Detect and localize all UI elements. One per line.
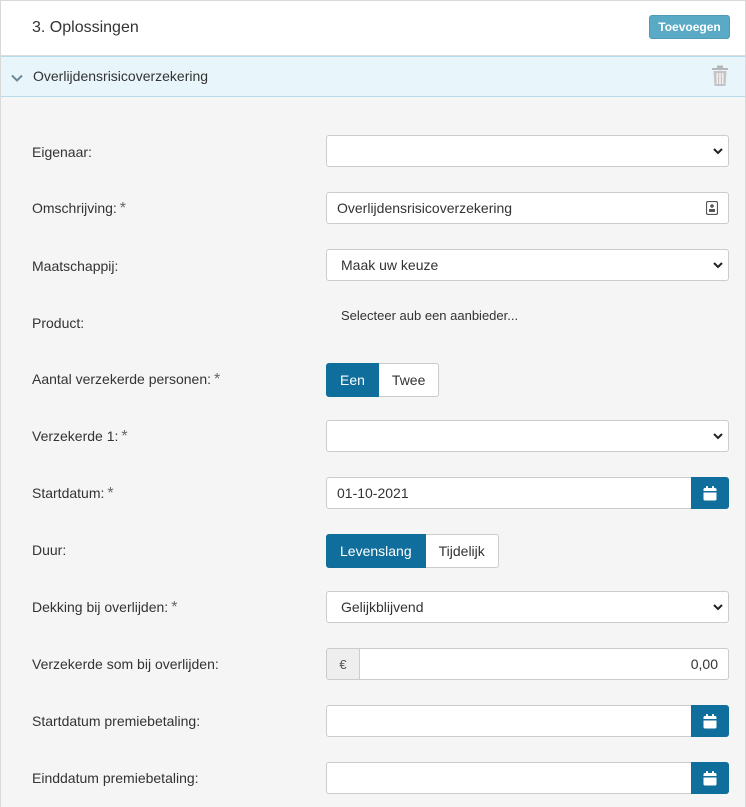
omschrijving-input[interactable]: Overlijdensrisicoverzekering	[326, 192, 729, 224]
start-premie-input[interactable]	[326, 705, 692, 737]
panel-header: 3. Oplossingen Toevoegen	[1, 1, 745, 56]
section-title: Overlijdensrisicoverzekering	[33, 68, 209, 84]
calendar-icon	[703, 770, 717, 785]
eigenaar-label: Eigenaar:	[32, 144, 92, 160]
toggle-levenslang[interactable]: Levenslang	[326, 534, 426, 568]
add-button[interactable]: Toevoegen	[649, 15, 730, 39]
caret-down-icon	[713, 262, 723, 269]
startdatum-label: Startdatum: *	[32, 485, 114, 502]
som-label: Verzekerde som bij overlijden:	[32, 656, 219, 672]
aantal-toggle: Een Twee	[326, 363, 440, 397]
maatschappij-label: Maatschappij:	[32, 258, 119, 274]
eind-premie-label: Einddatum premiebetaling:	[32, 770, 199, 786]
som-input[interactable]: 0,00	[359, 648, 729, 680]
product-value: Selecteer aub een aanbieder...	[341, 308, 519, 323]
eind-premie-calendar-button[interactable]	[691, 762, 729, 794]
eigenaar-select[interactable]	[326, 135, 729, 167]
verzekerde1-label: Verzekerde 1: *	[32, 428, 128, 445]
trash-icon[interactable]	[710, 65, 730, 87]
duur-label: Duur:	[32, 542, 67, 558]
caret-down-icon	[713, 604, 723, 611]
startdatum-input[interactable]: 01-10-2021	[326, 477, 692, 509]
caret-down-icon	[713, 148, 723, 155]
contact-card-icon	[706, 201, 718, 215]
chevron-down-icon[interactable]	[10, 71, 24, 85]
section-header[interactable]: Overlijdensrisicoverzekering	[1, 56, 745, 97]
toggle-tijdelijk[interactable]: Tijdelijk	[425, 534, 499, 568]
start-premie-calendar-button[interactable]	[691, 705, 729, 737]
aantal-label: Aantal verzekerde personen: *	[32, 371, 221, 388]
omschrijving-label: Omschrijving: *	[32, 200, 127, 217]
dekking-select[interactable]: Gelijkblijvend	[326, 591, 729, 623]
toggle-twee[interactable]: Twee	[378, 363, 440, 397]
startdatum-calendar-button[interactable]	[691, 477, 729, 509]
duur-toggle: Levenslang Tijdelijk	[326, 534, 499, 568]
dekking-label: Dekking bij overlijden: *	[32, 599, 178, 616]
caret-down-icon	[713, 433, 723, 440]
currency-addon: €	[326, 648, 360, 680]
toggle-een[interactable]: Een	[326, 363, 379, 397]
maatschappij-select[interactable]: Maak uw keuze	[326, 249, 729, 281]
product-label: Product:	[32, 315, 85, 331]
page-title: 3. Oplossingen	[32, 19, 139, 36]
eind-premie-input[interactable]	[326, 762, 692, 794]
calendar-icon	[703, 485, 717, 500]
calendar-icon	[703, 713, 717, 728]
verzekerde1-select[interactable]	[326, 420, 729, 452]
start-premie-label: Startdatum premiebetaling:	[32, 713, 201, 729]
